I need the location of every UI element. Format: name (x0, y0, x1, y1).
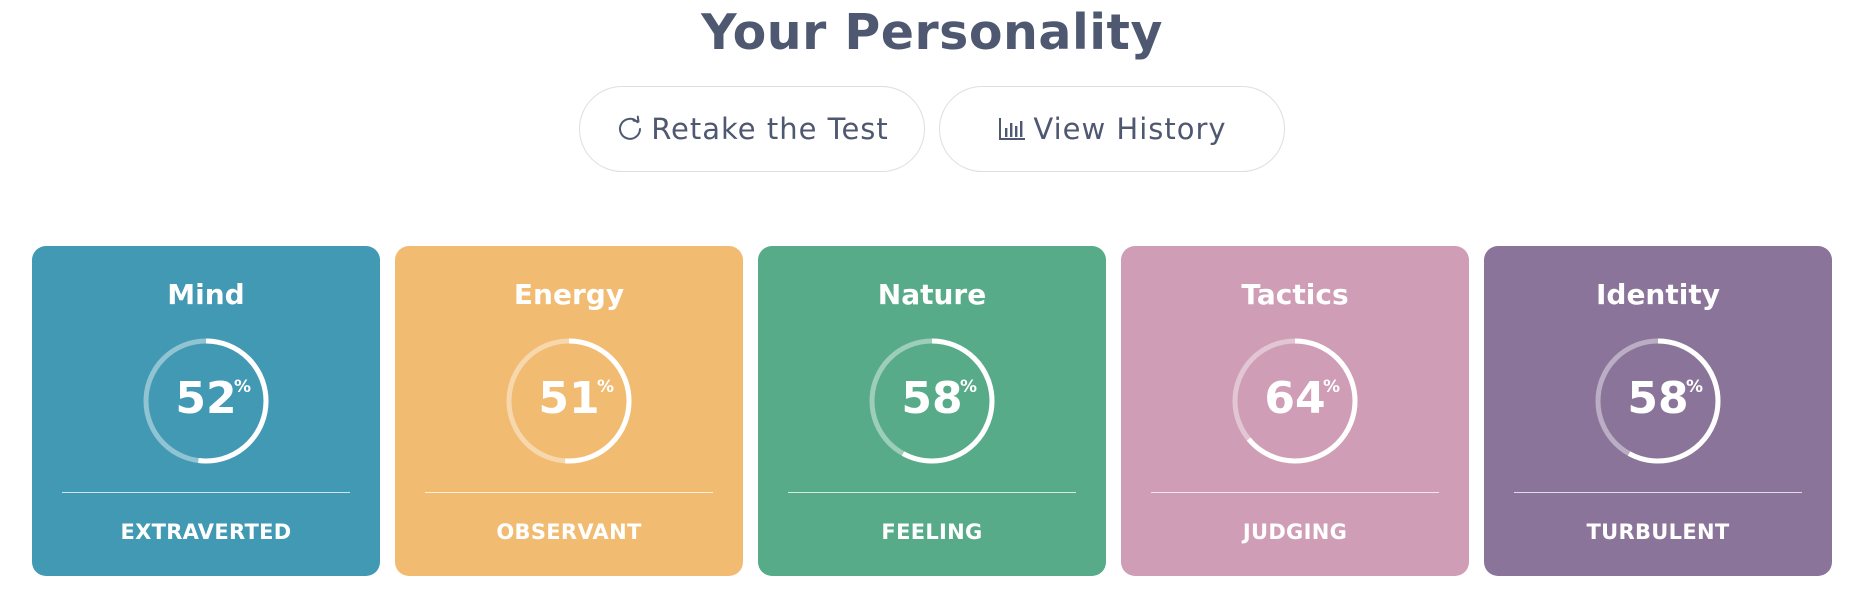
percent-sign: % (1323, 377, 1341, 397)
trait-label: EXTRAVERTED (120, 520, 292, 544)
percentage-ring: 58 % (868, 337, 996, 465)
divider (425, 492, 713, 493)
card-energy[interactable]: Energy 51 % OBSERVANT (395, 246, 743, 576)
percent-sign: % (597, 377, 615, 397)
percentage-ring: 58 % (1594, 337, 1722, 465)
percent-sign: % (960, 377, 978, 397)
page-title: Your Personality (701, 4, 1163, 61)
card-mind[interactable]: Mind 52 % EXTRAVERTED (32, 246, 380, 576)
trait-label: TURBULENT (1586, 520, 1730, 544)
view-history-button[interactable]: View History (939, 86, 1285, 172)
percentage-ring: 64 % (1231, 337, 1359, 465)
percent-sign: % (1686, 377, 1704, 397)
divider (788, 492, 1076, 493)
card-identity[interactable]: Identity 58 % TURBULENT (1484, 246, 1832, 576)
retake-test-button[interactable]: Retake the Test (579, 86, 925, 172)
card-title: Tactics (1241, 278, 1349, 311)
bar-chart-icon (997, 114, 1027, 144)
trait-label: FEELING (881, 520, 983, 544)
card-title: Identity (1595, 278, 1720, 311)
refresh-icon (615, 114, 645, 144)
percent-sign: % (234, 377, 252, 397)
card-nature[interactable]: Nature 58 % FEELING (758, 246, 1106, 576)
percentage-ring: 51 % (505, 337, 633, 465)
trait-label: OBSERVANT (496, 520, 642, 544)
divider (1514, 492, 1802, 493)
divider (62, 492, 350, 493)
percentage-ring: 52 % (142, 337, 270, 465)
divider (1151, 492, 1439, 493)
card-tactics[interactable]: Tactics 64 % JUDGING (1121, 246, 1469, 576)
card-title: Mind (167, 278, 245, 311)
view-history-label: View History (1033, 112, 1227, 146)
card-title: Nature (877, 278, 987, 311)
trait-label: JUDGING (1242, 520, 1348, 544)
card-title: Energy (513, 278, 625, 311)
personality-results-page: Your Personality Retake the Test View Hi… (0, 0, 1854, 592)
retake-test-label: Retake the Test (651, 112, 889, 146)
